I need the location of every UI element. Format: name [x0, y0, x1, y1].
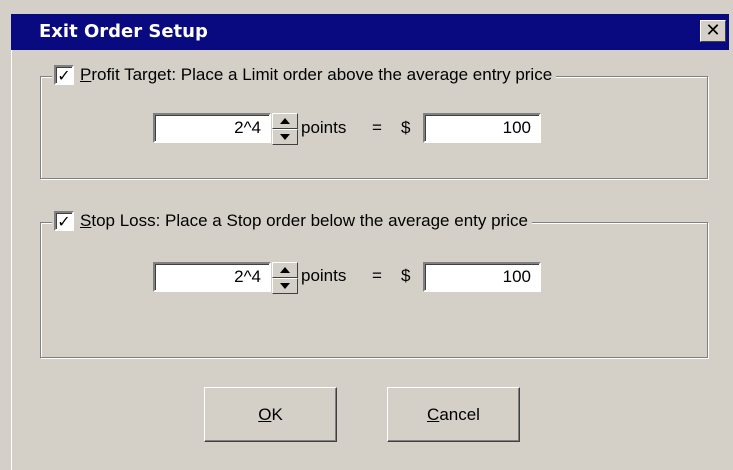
check-icon: ✓ [57, 66, 71, 85]
ok-label: K [271, 405, 283, 424]
profit-target-checkbox[interactable]: ✓ [54, 65, 74, 85]
ok-button[interactable]: OK [204, 387, 337, 442]
window-edge [11, 50, 12, 470]
profit-target-accelerator: P [80, 65, 92, 84]
close-icon: ✕ [705, 20, 721, 41]
profit-target-label[interactable]: Profit Target: Place a Limit order above… [80, 65, 552, 85]
dialog-title: Exit Order Setup [39, 21, 208, 42]
stop-loss-equals: = [372, 266, 382, 285]
stop-loss-currency: $ [401, 266, 411, 285]
arrow-up-icon [280, 118, 290, 124]
stop-loss-label-text: top Loss: Place a Stop order below the a… [91, 211, 528, 230]
profit-target-dollar-input[interactable]: 100 [423, 113, 541, 143]
arrow-up-icon [280, 267, 290, 273]
profit-target-legend: ✓ Profit Target: Place a Limit order abov… [52, 65, 557, 87]
cancel-accelerator: C [427, 405, 440, 424]
stop-loss-points-label: points [301, 266, 347, 285]
stop-loss-label[interactable]: Stop Loss: Place a Stop order below the … [80, 211, 528, 231]
close-button[interactable]: ✕ [700, 20, 726, 42]
cancel-button[interactable]: Cancel [387, 387, 520, 442]
stop-loss-accelerator: S [80, 211, 92, 230]
cancel-label: ancel [439, 405, 480, 424]
profit-target-label-text: rofit Target: Place a Limit order above … [91, 65, 553, 84]
exit-order-setup-dialog: Exit Order Setup ✕ ✓ Profit Target: Place… [0, 0, 733, 470]
profit-target-spin-up[interactable] [272, 113, 298, 129]
profit-target-equals: = [372, 118, 382, 137]
stop-loss-legend: ✓ Stop Loss: Place a Stop order below the… [52, 211, 532, 233]
ok-accelerator: O [258, 405, 272, 424]
stop-loss-group [40, 222, 708, 358]
stop-loss-points-input[interactable]: 2^4 [153, 262, 271, 292]
stop-loss-checkbox[interactable]: ✓ [54, 211, 74, 231]
stop-loss-dollar-input[interactable]: 100 [423, 262, 541, 292]
profit-target-currency: $ [401, 118, 411, 137]
profit-target-points-label: points [301, 118, 347, 137]
check-icon: ✓ [57, 212, 71, 231]
arrow-down-icon [280, 134, 290, 140]
profit-target-spin-down[interactable] [272, 129, 298, 145]
stop-loss-spin-up[interactable] [272, 262, 298, 278]
arrow-down-icon [280, 283, 290, 289]
profit-target-points-input[interactable]: 2^4 [153, 113, 271, 143]
stop-loss-spin-down[interactable] [272, 278, 298, 294]
